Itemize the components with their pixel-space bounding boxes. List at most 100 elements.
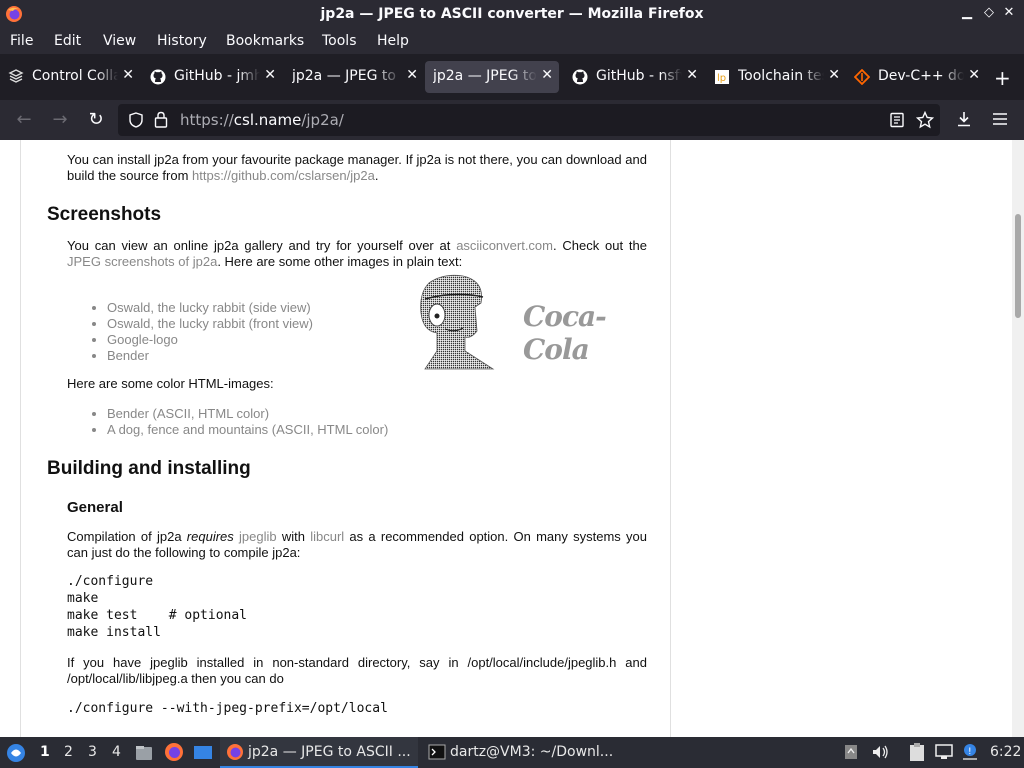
forward-icon[interactable]: → [48,108,72,132]
show-desktop-icon[interactable] [193,743,213,763]
list-item[interactable]: A dog, fence and mountains (ASCII, HTML … [107,422,388,438]
list-item[interactable]: Oswald, the lucky rabbit (front view) [107,316,313,332]
github-source-link[interactable]: https://github.com/cslarsen/jp2a [192,168,375,183]
restore-icon[interactable]: ◇ [980,5,998,20]
tab-label: Control Colla [32,68,118,84]
install-paragraph: You can install jp2a from your favourite… [67,152,647,184]
jpeg-screenshots-link[interactable]: JPEG screenshots of jp2a [67,254,217,269]
list-item[interactable]: Bender [107,348,313,364]
compile-text: Compilation of jp2a [67,529,187,544]
taskbar-clock[interactable]: 6:22 [990,744,1021,760]
github-icon [150,69,166,85]
task-firefox[interactable]: jp2a — JPEG to ASCII ... [220,737,418,768]
task-label: jp2a — JPEG to ASCII ... [248,744,411,760]
tab-close-icon[interactable]: ✕ [828,67,840,83]
firefox-launcher-icon[interactable] [164,742,184,762]
tab-label: jp2a — JPEG to [292,68,396,84]
start-menu-icon[interactable] [6,743,26,763]
menu-bookmarks[interactable]: Bookmarks [226,33,304,49]
screenshots-text: You can view an online jp2a gallery and … [67,238,457,253]
sourceforge-icon [854,69,870,85]
new-tab-icon[interactable]: + [994,66,1011,90]
dog-fence-link[interactable]: A dog, fence and mountains (ASCII, HTML … [107,422,388,437]
workspace-4[interactable]: 4 [112,744,121,760]
minimize-icon[interactable]: ▁ [958,5,976,20]
hamburger-menu-icon[interactable] [991,111,1009,127]
ascii-portrait-image [420,274,495,370]
install-text-end: . [374,168,379,183]
downloads-icon[interactable] [955,110,973,128]
network-icon[interactable] [934,743,954,761]
notifications-icon[interactable]: ! [961,742,979,762]
bender-link[interactable]: Bender [107,348,149,363]
oswald-front-link[interactable]: Oswald, the lucky rabbit (front view) [107,316,313,331]
lock-icon[interactable] [154,111,168,128]
general-heading: General [67,499,123,516]
clipboard-icon[interactable] [908,742,926,762]
color-images-intro: Here are some color HTML-images: [67,376,274,391]
bender-color-link[interactable]: Bender (ASCII, HTML color) [107,406,269,421]
navigation-bar: ← → ↻ https://csl.name/jp2a/ [0,100,1024,140]
screenshots-text-3: . Here are some other images in plain te… [217,254,463,269]
firefox-task-icon [227,744,243,760]
libcurl-link[interactable]: libcurl [310,529,344,544]
bookmark-star-icon[interactable] [916,111,934,129]
tab-label: GitHub - nsfv [596,68,682,84]
building-heading: Building and installing [47,458,251,479]
tab-jp2a-active[interactable]: jp2a — JPEG to ✕ [425,61,559,93]
url-text[interactable]: https://csl.name/jp2a/ [180,111,344,129]
menu-history[interactable]: History [157,33,207,49]
tab-label: Toolchain tes [738,68,824,84]
tab-close-icon[interactable]: ✕ [968,67,980,83]
page-scrollbar[interactable] [1012,140,1024,737]
scrollbar-thumb[interactable] [1015,214,1021,318]
menu-file[interactable]: File [10,33,33,49]
url-bar[interactable]: https://csl.name/jp2a/ [118,104,940,136]
window-titlebar: jp2a — JPEG to ASCII converter — Mozilla… [0,0,1024,29]
tab-close-icon[interactable]: ✕ [264,67,276,83]
menu-tools[interactable]: Tools [322,33,357,49]
screenshots-text-2: . Check out the [553,238,647,253]
reload-icon[interactable]: ↻ [84,108,108,132]
volume-icon[interactable] [871,744,889,760]
menu-edit[interactable]: Edit [54,33,81,49]
compile-emphasis: requires [186,529,234,544]
menu-bar: File Edit View History Bookmarks Tools H… [0,29,1024,54]
update-icon[interactable] [843,743,859,761]
jpeglib-link[interactable]: jpeglib [239,529,277,544]
workspace-3[interactable]: 3 [88,744,97,760]
screenshots-heading: Screenshots [47,204,162,225]
asciiconvert-link[interactable]: asciiconvert.com [456,238,553,253]
shield-icon[interactable] [128,112,144,128]
tab-close-icon[interactable]: ✕ [686,67,698,83]
google-logo-link[interactable]: Google-logo [107,332,178,347]
back-icon[interactable]: ← [12,108,36,132]
file-manager-icon[interactable] [134,743,154,763]
tab-close-icon[interactable]: ✕ [406,67,418,83]
page-column: You can install jp2a from your favourite… [20,140,671,737]
tab-control-collab[interactable]: Control Colla ✕ [0,61,140,93]
task-terminal[interactable]: dartz@VM3: ~/Downl... [422,737,620,768]
close-icon[interactable]: ✕ [1000,5,1018,20]
control-center-icon [8,69,24,83]
page-content: You can install jp2a from your favourite… [0,140,1024,737]
reader-view-icon[interactable] [889,112,905,128]
tab-toolchain[interactable]: lp Toolchain tes ✕ [706,61,846,93]
tab-close-icon[interactable]: ✕ [541,67,553,83]
menu-help[interactable]: Help [377,33,409,49]
color-image-list: Bender (ASCII, HTML color) A dog, fence … [107,406,388,438]
oswald-side-link[interactable]: Oswald, the lucky rabbit (side view) [107,300,311,315]
workspace-2[interactable]: 2 [64,744,73,760]
list-item[interactable]: Oswald, the lucky rabbit (side view) [107,300,313,316]
configure-prefix-code: ./configure --with-jpeg-prefix=/opt/loca… [67,701,388,716]
tab-jp2a-1[interactable]: jp2a — JPEG to ✕ [284,61,424,93]
list-item[interactable]: Google-logo [107,332,313,348]
tab-github-jmh[interactable]: GitHub - jmh ✕ [142,61,282,93]
tab-label: GitHub - jmh [174,68,260,84]
tab-close-icon[interactable]: ✕ [122,67,134,83]
menu-view[interactable]: View [103,33,136,49]
workspace-1[interactable]: 1 [40,744,50,760]
tab-github-nsfv[interactable]: GitHub - nsfv ✕ [564,61,704,93]
tab-devcpp[interactable]: Dev-C++ do ✕ [846,61,986,93]
list-item[interactable]: Bender (ASCII, HTML color) [107,406,388,422]
